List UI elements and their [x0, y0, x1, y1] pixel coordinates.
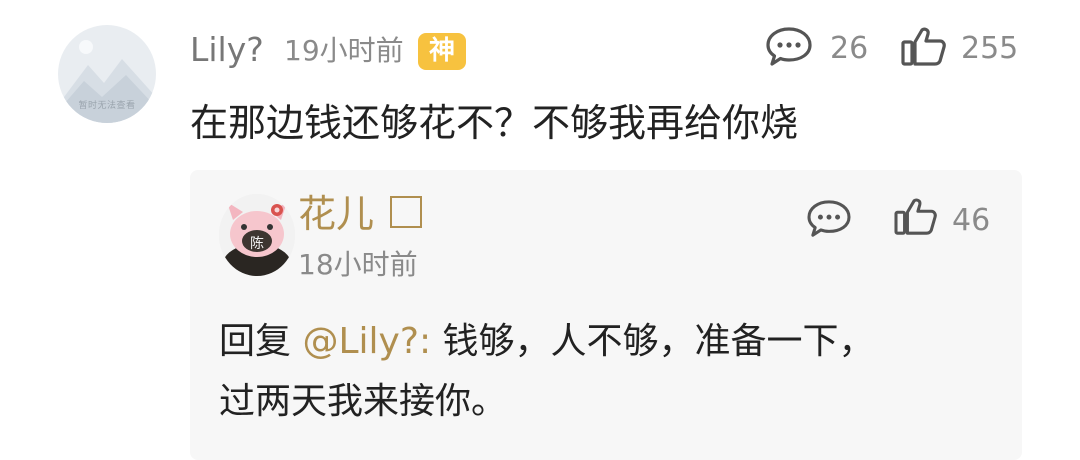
reply-prefix: 回复 — [219, 321, 292, 362]
avatar[interactable]: 暂时无法查看 — [58, 25, 156, 123]
reply-timestamp: 18小时前 — [298, 248, 418, 281]
comment-reply-count: 26 — [830, 31, 869, 66]
reply-button[interactable] — [765, 26, 813, 72]
svg-text:陈: 陈 — [250, 235, 264, 252]
reply-like-count: 46 — [952, 203, 991, 238]
thumbs-up-icon — [894, 198, 937, 235]
reply-mention[interactable]: @Lily?: — [302, 321, 431, 362]
comment-icon — [766, 27, 812, 66]
reply-like-button[interactable] — [893, 197, 939, 241]
square-icon — [390, 196, 422, 228]
comment-like-count: 255 — [961, 31, 1019, 66]
pig-avatar-icon: 陈 — [219, 194, 295, 276]
comment-icon — [807, 200, 851, 237]
reply-comment-button[interactable] — [806, 199, 852, 243]
reply-avatar[interactable]: 陈 — [219, 194, 295, 276]
reply-username[interactable]: 花儿 — [298, 190, 374, 238]
like-button[interactable] — [900, 26, 948, 72]
reply-text-line1: 回复 @Lily?: 钱够，人不够，准备一下， — [219, 318, 875, 366]
reply-text-line2: 过两天我来接你。 — [219, 381, 508, 422]
avatar-placeholder-text: 暂时无法查看 — [78, 101, 136, 111]
comment-timestamp: 19小时前 — [284, 34, 404, 67]
thumbs-up-icon — [901, 27, 946, 66]
reply-text: 钱够，人不够，准备一下， — [442, 321, 875, 362]
comment-text: 在那边钱还够花不？不够我再给你烧 — [190, 101, 799, 145]
god-comment-badge: 神 — [418, 33, 466, 70]
comment-username[interactable]: Lily? — [190, 28, 264, 72]
